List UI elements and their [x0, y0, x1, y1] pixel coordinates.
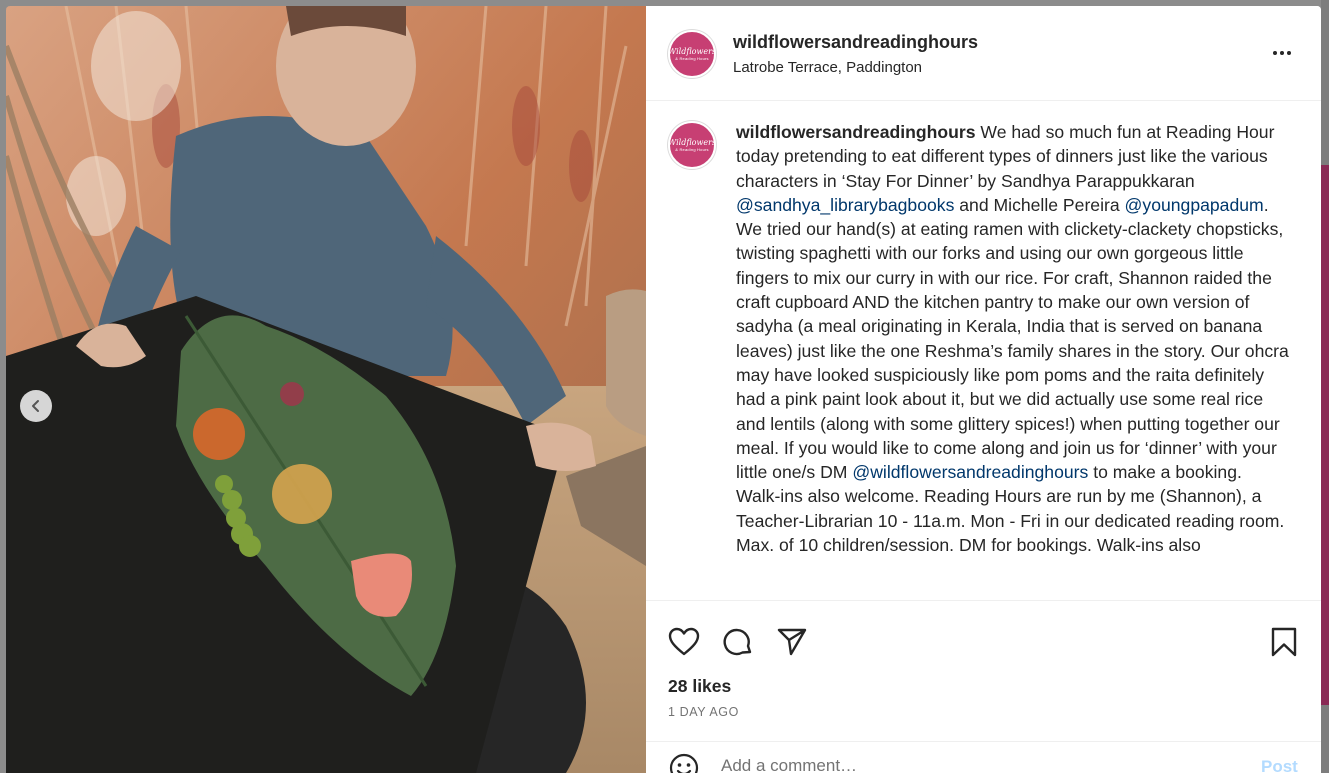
chevron-left-icon: [32, 400, 39, 412]
comment-input[interactable]: [721, 756, 1221, 773]
post-modal: Wildflowers & Reading Hours wildflowersa…: [6, 6, 1321, 773]
caption-text: wildflowersandreadinghours We had so muc…: [736, 120, 1291, 557]
caption-username[interactable]: wildflowersandreadinghours: [736, 122, 976, 142]
header-username[interactable]: wildflowersandreadinghours: [733, 32, 978, 53]
caption-avatar[interactable]: Wildflowers & Reading Hours: [668, 121, 716, 169]
post-actions: 28 likes 1 DAY AGO Post: [646, 600, 1321, 773]
post-sidebar: Wildflowers & Reading Hours wildflowersa…: [646, 6, 1321, 773]
more-dot: [1273, 51, 1277, 55]
avatar-logo-text: Wildflowers: [668, 47, 716, 56]
likes-count[interactable]: 28 likes: [668, 676, 731, 697]
post-comment-button[interactable]: Post: [1261, 757, 1298, 773]
avatar-logo-subtext: & Reading Hours: [675, 147, 709, 152]
mention-link[interactable]: @youngpapadum: [1125, 195, 1264, 215]
like-button[interactable]: [668, 627, 700, 662]
carousel-prev-button[interactable]: [20, 390, 52, 422]
post-timestamp: 1 DAY AGO: [668, 705, 739, 719]
more-dot: [1287, 51, 1291, 55]
backdrop-content: [1321, 165, 1329, 705]
avatar-logo-subtext: & Reading Hours: [675, 56, 709, 61]
paper-plane-icon: [777, 628, 807, 656]
emoji-button[interactable]: [668, 752, 700, 773]
post-photo-image: [6, 6, 646, 773]
caption-segment: . We tried our hand(s) at eating ramen w…: [736, 194, 1289, 483]
post-header: Wildflowers & Reading Hours wildflowersa…: [646, 6, 1321, 101]
comment-row: Post: [646, 741, 1321, 773]
emoji-icon: [669, 753, 699, 773]
comment-button[interactable]: [722, 626, 754, 663]
caption-area: Wildflowers & Reading Hours wildflowersa…: [646, 101, 1321, 600]
mention-link[interactable]: @sandhya_librarybagbooks: [736, 195, 954, 215]
share-button[interactable]: [776, 626, 808, 663]
avatar[interactable]: Wildflowers & Reading Hours: [668, 30, 716, 78]
more-dot: [1280, 51, 1284, 55]
caption-segment: and Michelle Pereira: [954, 194, 1125, 215]
comment-icon: [723, 628, 752, 656]
header-location[interactable]: Latrobe Terrace, Paddington: [733, 59, 922, 76]
mention-link[interactable]: @wildflowersandreadinghours: [852, 462, 1088, 482]
more-options-icon[interactable]: [1268, 44, 1296, 62]
backdrop-edge: [1321, 0, 1329, 773]
bookmark-icon: [1271, 627, 1297, 657]
avatar-logo-text: Wildflowers: [668, 138, 716, 147]
post-photo: [6, 6, 646, 773]
save-button[interactable]: [1270, 626, 1298, 663]
heart-icon: [668, 627, 700, 656]
